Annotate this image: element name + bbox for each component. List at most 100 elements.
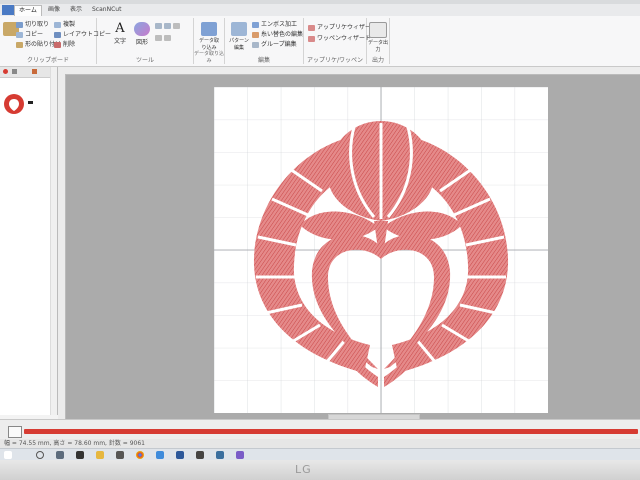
grid-icon bbox=[173, 22, 180, 29]
stitch-simulator-bar bbox=[0, 419, 640, 440]
data-import-group-label: データ取り込み bbox=[194, 51, 225, 64]
cut-button[interactable]: 切り取り bbox=[16, 21, 49, 29]
needle-icon bbox=[28, 101, 33, 104]
applique-group: アップリケウィザード ワッペンウィザード アップリケ/ワッペン bbox=[304, 18, 377, 64]
applique-icon bbox=[308, 24, 315, 31]
cut-label: 切り取り bbox=[25, 21, 50, 28]
emboss-label: エンボス加工 bbox=[261, 21, 298, 28]
pattern-edit-button[interactable]: パターン編集 bbox=[228, 22, 250, 51]
duplicate-label: 複製 bbox=[63, 21, 76, 28]
thread-color-label: 糸い替色の編集 bbox=[261, 31, 304, 38]
select-tool-button[interactable] bbox=[155, 34, 173, 42]
patch-icon bbox=[308, 35, 315, 42]
copy-button[interactable]: コピー bbox=[16, 31, 43, 39]
start-icon[interactable] bbox=[4, 451, 12, 459]
copy-icon bbox=[16, 31, 23, 38]
tab-scanncut[interactable]: ScanNCut bbox=[88, 5, 125, 15]
edit-group-label: 編集 bbox=[257, 57, 270, 64]
ribbon: 切り取り コピー 形の貼り付け 複製 レイアウトコピー 削除 クリップボード A… bbox=[0, 16, 640, 67]
layout-copy-icon bbox=[54, 31, 61, 38]
duplicate-button[interactable]: 複製 bbox=[54, 21, 75, 29]
tab-image[interactable]: 画像 bbox=[44, 5, 64, 15]
thread-color-track[interactable] bbox=[24, 429, 638, 434]
text-tool-label: 文字 bbox=[113, 38, 126, 45]
data-output-button[interactable]: データ出力 bbox=[367, 22, 389, 53]
data-output-label: データ出力 bbox=[367, 40, 388, 53]
group-edit-button[interactable]: グループ編集 bbox=[252, 41, 297, 49]
color-dot-icon bbox=[3, 69, 8, 74]
data-import-label: データ取り込み bbox=[198, 38, 219, 51]
magnifier-icon bbox=[155, 22, 162, 29]
monitor-brand-logo: LG bbox=[295, 463, 312, 476]
application-window: ホーム 画像 表示 ScanNCut 切り取り コピー 形の貼り付け 複製 レイ… bbox=[0, 4, 640, 460]
thread-color-button[interactable]: 糸い替色の編集 bbox=[252, 31, 303, 39]
word-icon[interactable] bbox=[176, 451, 184, 459]
delete-icon bbox=[54, 41, 61, 48]
design-canvas-area[interactable] bbox=[58, 67, 640, 421]
applique-group-label: アップリケ/ワッペン bbox=[306, 57, 364, 64]
panel-header bbox=[0, 67, 57, 78]
shape-star-icon bbox=[134, 22, 150, 36]
status-bar: 幅 = 74.55 mm, 高さ = 78.60 mm, 針数 = 9061 bbox=[0, 439, 640, 448]
clipboard-group-label: クリップボード bbox=[26, 57, 69, 64]
paste-special-icon bbox=[16, 41, 23, 48]
thread-icon bbox=[252, 31, 259, 38]
horizontal-ruler bbox=[58, 67, 640, 75]
task-view-icon[interactable] bbox=[56, 451, 64, 459]
tools-group: A 文字 図形 ツール bbox=[97, 18, 194, 64]
import-icon bbox=[201, 22, 217, 36]
edit-group: パターン編集 エンボス加工 糸い替色の編集 グループ編集 編集 bbox=[225, 18, 304, 64]
embroidery-hoop-canvas[interactable] bbox=[214, 87, 548, 413]
app-icon[interactable] bbox=[196, 451, 204, 459]
data-import-group: データ取り込み データ取り込み bbox=[194, 18, 225, 64]
search-icon[interactable] bbox=[36, 451, 44, 459]
app-icon[interactable] bbox=[156, 451, 164, 459]
simulator-slider-handle[interactable] bbox=[8, 426, 22, 438]
vertical-ruler bbox=[58, 74, 66, 419]
design-svg bbox=[214, 87, 548, 413]
pattern-icon bbox=[231, 22, 247, 36]
pattern-thumbnail[interactable] bbox=[3, 93, 25, 115]
tools-group-label: ツール bbox=[135, 57, 154, 64]
panel-scrollbar[interactable] bbox=[50, 67, 57, 415]
group-icon bbox=[252, 41, 259, 48]
delete-button[interactable]: 削除 bbox=[54, 41, 75, 49]
list-view-icon[interactable] bbox=[12, 69, 17, 74]
document-icon bbox=[369, 22, 387, 38]
emboss-button[interactable]: エンボス加工 bbox=[252, 21, 297, 29]
pattern-list-panel bbox=[0, 67, 58, 415]
patch-wizard-button[interactable]: ワッペンウィザード bbox=[308, 35, 371, 43]
output-group: データ出力 出力 bbox=[367, 18, 390, 64]
app-icon[interactable] bbox=[216, 451, 224, 459]
chrome-icon[interactable] bbox=[136, 451, 144, 459]
duplicate-icon bbox=[54, 21, 61, 28]
pattern-edit-label: パターン編集 bbox=[229, 38, 249, 51]
lasso-icon bbox=[164, 34, 171, 41]
clipboard-group: 切り取り コピー 形の貼り付け 複製 レイアウトコピー 削除 クリップボード bbox=[0, 18, 111, 64]
delete-label: 削除 bbox=[63, 41, 76, 48]
app-icon[interactable] bbox=[76, 451, 84, 459]
magnifier-icon bbox=[164, 22, 171, 29]
group-edit-label: グループ編集 bbox=[261, 41, 297, 48]
shape-tool-button[interactable]: 図形 bbox=[131, 22, 153, 46]
text-a-icon: A bbox=[115, 21, 125, 36]
windows-taskbar bbox=[0, 448, 640, 460]
patch-wizard-label: ワッペンウィザード bbox=[317, 35, 372, 42]
select-icon bbox=[155, 34, 162, 41]
monitor-bezel: LG bbox=[0, 460, 640, 480]
tab-home[interactable]: ホーム bbox=[14, 5, 42, 16]
text-tool-button[interactable]: A 文字 bbox=[109, 21, 131, 46]
zoom-tool-button[interactable] bbox=[155, 22, 182, 30]
app-icon[interactable] bbox=[116, 451, 124, 459]
tab-view[interactable]: 表示 bbox=[66, 5, 86, 15]
output-group-label: 出力 bbox=[371, 57, 384, 64]
emboss-icon bbox=[252, 21, 259, 28]
shape-tool-label: 図形 bbox=[135, 39, 148, 46]
status-size-text: 幅 = 74.55 mm, 高さ = 78.60 mm, 針数 = 9061 bbox=[4, 440, 145, 447]
file-explorer-icon[interactable] bbox=[96, 451, 104, 459]
data-import-button[interactable]: データ取り込み bbox=[198, 22, 220, 51]
sort-icon[interactable] bbox=[32, 69, 37, 74]
copy-label: コピー bbox=[25, 31, 44, 38]
scissors-icon bbox=[16, 21, 23, 28]
app-icon[interactable] bbox=[236, 451, 244, 459]
